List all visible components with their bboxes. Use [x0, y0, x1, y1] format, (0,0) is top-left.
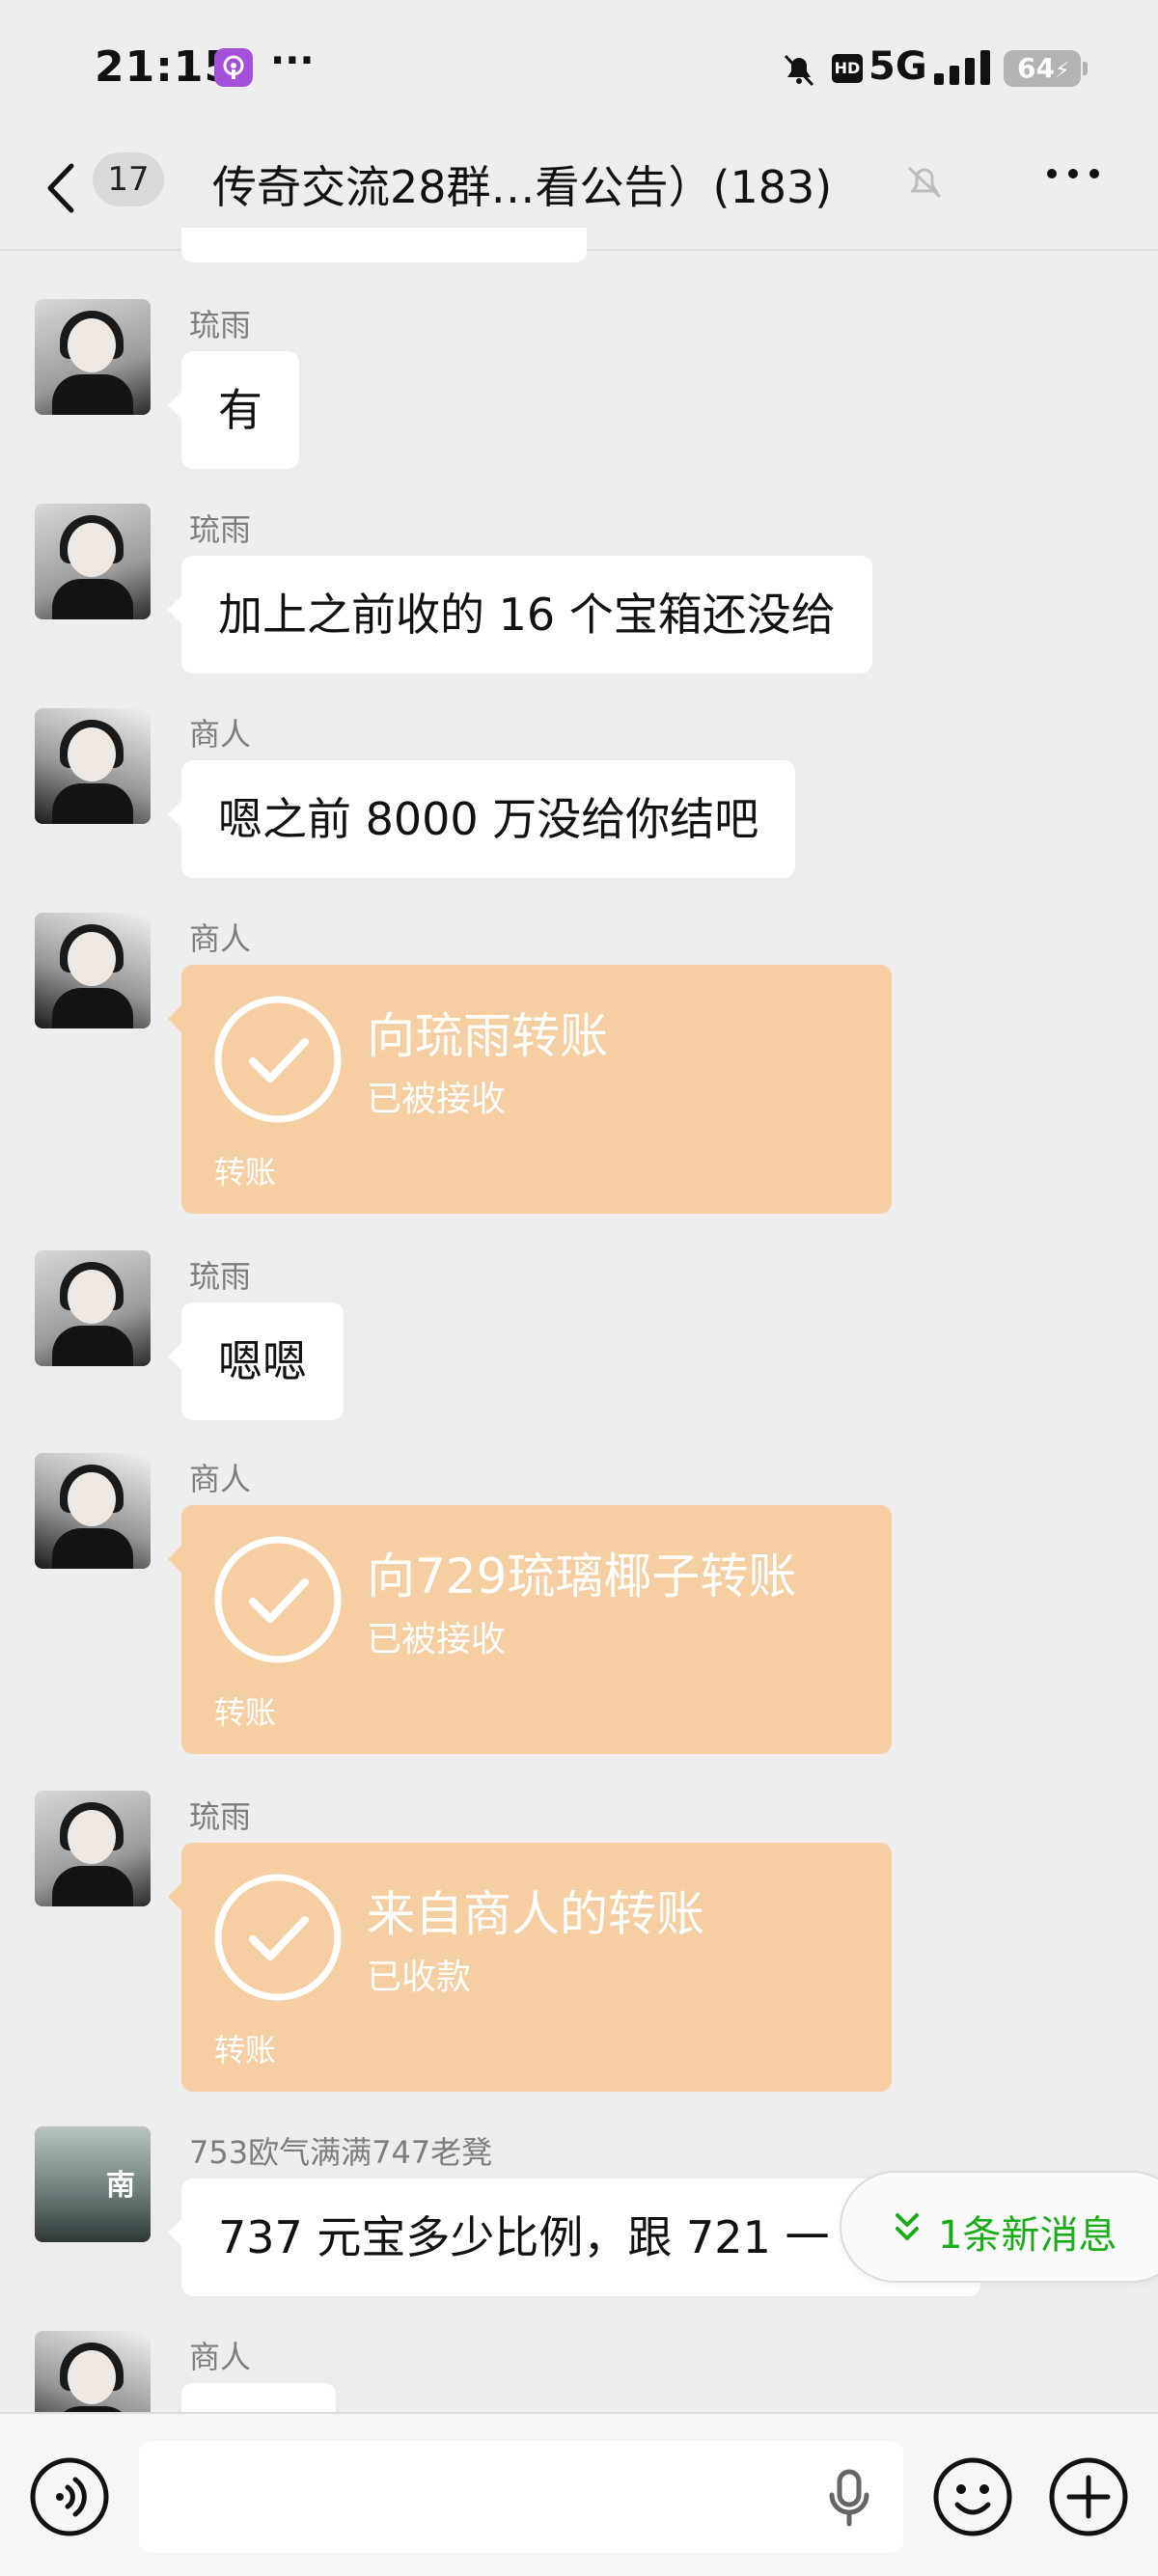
- sender-name: 商人: [189, 716, 252, 753]
- transfer-card[interactable]: 来自商人的转账 已收款 转账: [168, 1843, 892, 2092]
- battery-indicator: 64⚡: [1004, 50, 1081, 87]
- transfer-label: 转账: [214, 2032, 277, 2069]
- battery-tip: [1083, 62, 1088, 75]
- avatar[interactable]: [35, 2331, 151, 2412]
- sender-name: 琉雨: [189, 511, 252, 548]
- sender-name: 琉雨: [189, 307, 252, 343]
- chat-title: 传奇交流28群…看公告）(183): [212, 161, 833, 213]
- signal-icon: [932, 50, 996, 89]
- text-bubble[interactable]: 嗯嗯: [168, 1302, 344, 1420]
- transfer-status: 已收款: [367, 1958, 472, 1997]
- mute-icon: [780, 50, 818, 93]
- transfer-title: 向琉雨转账: [367, 1008, 608, 1064]
- message-input[interactable]: [139, 2441, 903, 2553]
- transfer-card[interactable]: 向729琉璃椰子转账 已被接收 转账: [168, 1505, 892, 1754]
- avatar[interactable]: [35, 504, 151, 619]
- transfer-status: 已被接收: [367, 1080, 507, 1119]
- avatar[interactable]: [35, 299, 151, 415]
- mic-icon[interactable]: [822, 2468, 876, 2534]
- avatar[interactable]: [35, 708, 151, 824]
- transfer-label: 转账: [214, 1694, 277, 1731]
- new-messages-label: 1条新消息: [938, 2213, 1117, 2258]
- hd-icon: HD: [832, 54, 863, 83]
- avatar[interactable]: [35, 1791, 151, 1906]
- check-icon: [212, 1872, 344, 2007]
- text-bubble[interactable]: 嗯之前 8000 万没给你结吧: [167, 760, 796, 878]
- sender-name: 753欧气满满747老凳: [189, 2134, 493, 2171]
- avatar[interactable]: [35, 1250, 151, 1366]
- transfer-card[interactable]: 向琉雨转账 已被接收 转账: [168, 965, 892, 1214]
- sender-name: 商人: [189, 2339, 252, 2375]
- transfer-status: 已被接收: [367, 1620, 507, 1659]
- previous-message-bubble: [181, 228, 587, 262]
- bell-off-icon: [903, 160, 946, 206]
- status-more-indicator: ···: [270, 39, 315, 83]
- avatar-char: 南: [106, 2169, 135, 2203]
- check-icon: [212, 1534, 344, 1669]
- text-bubble[interactable]: 有: [168, 351, 299, 469]
- podcast-icon: [214, 48, 253, 87]
- transfer-title: 向729琉璃椰子转账: [367, 1548, 797, 1604]
- input-bar: [0, 2412, 1158, 2576]
- avatar[interactable]: [35, 1453, 151, 1569]
- sender-name: 商人: [189, 1461, 252, 1497]
- message-item: 商人: [0, 2331, 1158, 2412]
- text-bubble[interactable]: 加上之前收的 16 个宝箱还没给: [168, 556, 872, 673]
- check-icon: [212, 994, 344, 1129]
- transfer-label: 转账: [214, 1154, 277, 1191]
- text-bubble[interactable]: [181, 2383, 336, 2412]
- sender-name: 琉雨: [189, 1258, 252, 1295]
- battery-level: 64: [1017, 52, 1055, 84]
- chat-screen: 21:15 ··· HD 5G 64⚡ 17 传奇交流28群…看公告）(183)…: [0, 0, 1158, 2576]
- sender-name: 琉雨: [189, 1798, 252, 1835]
- avatar[interactable]: [35, 913, 151, 1028]
- unread-count-badge[interactable]: 17: [93, 152, 164, 206]
- status-bar: 21:15 ··· HD 5G 64⚡: [0, 0, 1158, 135]
- sender-name: 商人: [189, 920, 252, 957]
- transfer-title: 来自商人的转账: [367, 1886, 704, 1942]
- more-icon[interactable]: [1044, 164, 1102, 187]
- chevron-down-icon: [892, 2207, 923, 2250]
- avatar[interactable]: 南: [35, 2126, 151, 2242]
- emoji-icon[interactable]: [932, 2456, 1013, 2541]
- back-icon[interactable]: [42, 154, 81, 226]
- network-type: 5G: [868, 44, 927, 89]
- plus-icon[interactable]: [1048, 2456, 1129, 2541]
- new-messages-button[interactable]: 1条新消息: [840, 2171, 1158, 2283]
- voice-icon[interactable]: [29, 2456, 110, 2541]
